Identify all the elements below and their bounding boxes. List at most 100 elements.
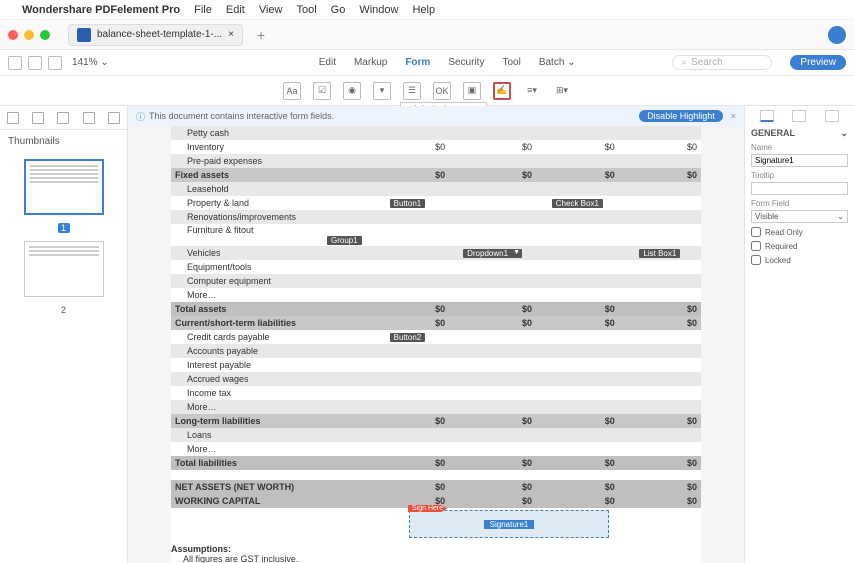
row-value — [536, 386, 619, 400]
menu-tool[interactable]: Tool — [296, 4, 316, 16]
required-checkbox[interactable]: Required — [751, 241, 848, 251]
row-label: More… — [171, 288, 366, 302]
close-window-icon[interactable] — [8, 30, 18, 40]
user-avatar-icon[interactable] — [828, 26, 846, 44]
menu-window[interactable]: Window — [359, 4, 398, 16]
menu-file[interactable]: File — [194, 4, 212, 16]
readonly-checkbox[interactable]: Read Only — [751, 227, 848, 237]
row-label: Petty cash — [171, 126, 366, 140]
button-tool-icon[interactable]: OK — [433, 82, 451, 100]
properties-actions-icon[interactable] — [825, 110, 839, 122]
row-value: $0 — [619, 302, 701, 316]
name-input[interactable] — [751, 154, 848, 167]
attachments-icon[interactable] — [83, 112, 95, 124]
row-value: $0 — [536, 480, 619, 494]
document-tab[interactable]: balance-sheet-template-1-... × — [68, 24, 243, 46]
search-input[interactable]: ⌕ Search — [672, 55, 772, 70]
menu-view[interactable]: View — [259, 4, 283, 16]
visibility-select[interactable]: Visible ⌄ — [751, 210, 848, 223]
image-tool-icon[interactable]: ▣ — [463, 82, 481, 100]
thumbnail-grid-icon[interactable] — [28, 56, 42, 70]
row-value — [619, 344, 701, 358]
zoom-level[interactable]: 141% ⌄ — [72, 57, 109, 68]
form-field-widget[interactable]: Check Box1 — [552, 199, 603, 208]
row-value: $0 — [536, 140, 619, 154]
row-value — [366, 442, 450, 456]
row-value — [366, 182, 450, 196]
tab-markup[interactable]: Markup — [354, 57, 387, 68]
menu-help[interactable]: Help — [412, 4, 435, 16]
tab-edit[interactable]: Edit — [319, 57, 336, 68]
maximize-window-icon[interactable] — [40, 30, 50, 40]
row-label: Furniture & fitoutGroup1 — [171, 224, 366, 246]
row-value — [536, 330, 619, 344]
document-tab-label: balance-sheet-template-1-... — [97, 29, 222, 40]
row-value — [366, 344, 450, 358]
row-value — [619, 428, 701, 442]
row-value — [449, 386, 536, 400]
page-thumbnail-1[interactable] — [24, 159, 104, 215]
row-value — [619, 358, 701, 372]
row-value: Dropdown1 — [449, 246, 536, 260]
thumbnails-icon[interactable] — [7, 112, 19, 124]
checkbox-tool-icon[interactable]: ☑ — [313, 82, 331, 100]
row-value: $0 — [536, 456, 619, 470]
row-label: Total assets — [171, 302, 366, 316]
form-field-widget[interactable]: List Box1 — [639, 249, 680, 258]
menu-go[interactable]: Go — [331, 4, 346, 16]
dropdown-tool-icon[interactable]: ▾ — [373, 82, 391, 100]
sidebar-icon-row — [0, 106, 127, 130]
row-value — [449, 224, 536, 246]
row-value: $0 — [366, 168, 450, 182]
row-value — [366, 246, 450, 260]
form-field-widget[interactable]: Button1 — [390, 199, 426, 208]
form-field-widget[interactable]: Dropdown1 — [463, 249, 522, 258]
row-value — [536, 428, 619, 442]
row-value: $0 — [536, 414, 619, 428]
general-section-title[interactable]: GENERAL ⌄ — [751, 128, 848, 139]
locked-checkbox[interactable]: Locked — [751, 255, 848, 265]
balance-sheet-table: Petty cashInventory$0$0$0$0Pre-paid expe… — [171, 126, 701, 508]
search-icon: ⌕ — [681, 57, 687, 68]
form-field-widget[interactable]: Button2 — [390, 333, 426, 342]
text-field-tool-icon[interactable]: Aa — [283, 82, 301, 100]
align-tool-icon[interactable]: ≡▾ — [523, 82, 541, 100]
row-value — [536, 372, 619, 386]
tab-form[interactable]: Form — [405, 57, 430, 68]
properties-general-icon[interactable] — [760, 110, 774, 122]
tab-batch[interactable]: Batch ⌄ — [539, 57, 576, 68]
new-tab-button[interactable]: + — [251, 27, 271, 43]
close-tab-icon[interactable]: × — [228, 29, 234, 40]
properties-appearance-icon[interactable] — [792, 110, 806, 122]
preview-button[interactable]: Preview — [790, 55, 846, 70]
sidebar-toggle-icon[interactable] — [8, 56, 22, 70]
row-label: Income tax — [171, 386, 366, 400]
window-tabbar: balance-sheet-template-1-... × + — [0, 20, 854, 50]
signature-field[interactable]: Sign Here Signature1 — [409, 510, 609, 538]
tab-security[interactable]: Security — [448, 57, 484, 68]
row-value: $0 — [366, 480, 450, 494]
single-page-icon[interactable] — [48, 56, 62, 70]
disable-highlight-button[interactable]: Disable Highlight — [639, 110, 723, 122]
minimize-window-icon[interactable] — [24, 30, 34, 40]
row-value — [536, 210, 619, 224]
row-value: $0 — [449, 494, 536, 508]
outline-icon[interactable] — [57, 112, 69, 124]
page-thumbnail-2[interactable] — [24, 241, 104, 297]
listbox-tool-icon[interactable]: ☰ — [403, 82, 421, 100]
row-label: Inventory — [171, 140, 366, 154]
more-tools-icon[interactable]: ⊞▾ — [553, 82, 571, 100]
digital-signature-tool-icon[interactable]: ✍ — [493, 82, 511, 100]
comments-icon[interactable] — [108, 112, 120, 124]
menu-edit[interactable]: Edit — [226, 4, 245, 16]
tooltip-input[interactable] — [751, 182, 848, 195]
row-label: WORKING CAPITAL — [171, 494, 366, 508]
radio-tool-icon[interactable]: ◉ — [343, 82, 361, 100]
row-value — [366, 210, 450, 224]
bookmarks-icon[interactable] — [32, 112, 44, 124]
tab-tool[interactable]: Tool — [502, 57, 520, 68]
form-field-widget[interactable]: Group1 — [327, 236, 362, 245]
row-value — [449, 372, 536, 386]
toolbar: 141% ⌄ Edit Markup Form Security Tool Ba… — [0, 50, 854, 76]
close-notice-icon[interactable]: × — [731, 111, 736, 121]
